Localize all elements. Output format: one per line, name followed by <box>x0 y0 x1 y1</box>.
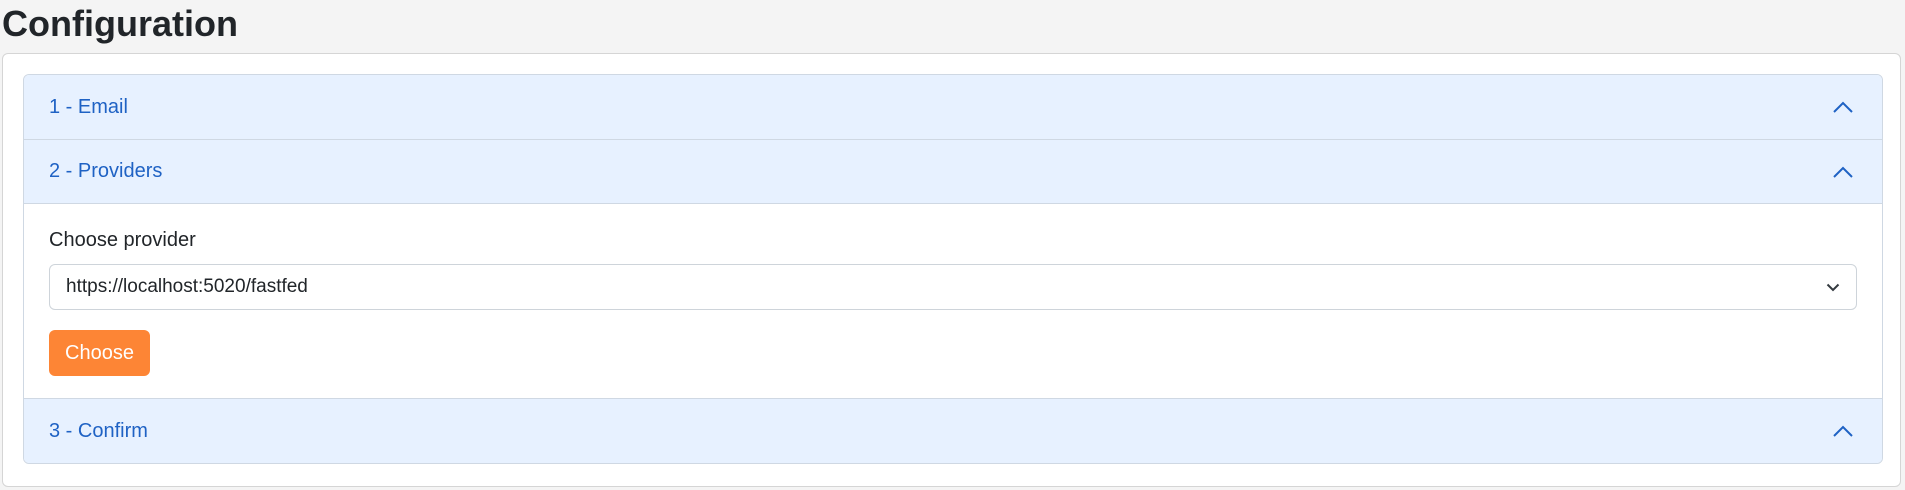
configuration-accordion: 1 - Email 2 - Providers Choose provider … <box>23 74 1883 464</box>
accordion-title-confirm: 3 - Confirm <box>49 419 148 442</box>
chevron-up-icon <box>1830 159 1856 185</box>
accordion-title-providers: 2 - Providers <box>49 160 163 182</box>
provider-select[interactable]: https://localhost:5020/fastfed <box>49 264 1857 310</box>
accordion-item-confirm: 3 - Confirm <box>24 398 1882 463</box>
chevron-up-icon <box>1830 418 1856 444</box>
accordion-title-email: 1 - Email <box>49 95 128 118</box>
page-title: Configuration <box>2 3 238 44</box>
accordion-item-providers: 2 - Providers Choose provider https://lo… <box>24 139 1882 398</box>
choose-provider-label: Choose provider <box>49 229 196 251</box>
accordion-body-providers: Choose provider https://localhost:5020/f… <box>24 204 1882 398</box>
accordion-item-email: 1 - Email <box>24 75 1882 139</box>
provider-select-value: https://localhost:5020/fastfed <box>66 276 308 297</box>
configuration-card: 1 - Email 2 - Providers Choose provider … <box>2 53 1901 487</box>
accordion-header-providers[interactable]: 2 - Providers <box>24 140 1882 204</box>
chevron-up-icon <box>1830 94 1856 120</box>
choose-button[interactable]: Choose <box>49 330 150 376</box>
accordion-header-email[interactable]: 1 - Email <box>24 75 1882 139</box>
chevron-down-icon <box>1824 278 1842 296</box>
accordion-header-confirm[interactable]: 3 - Confirm <box>24 399 1882 463</box>
